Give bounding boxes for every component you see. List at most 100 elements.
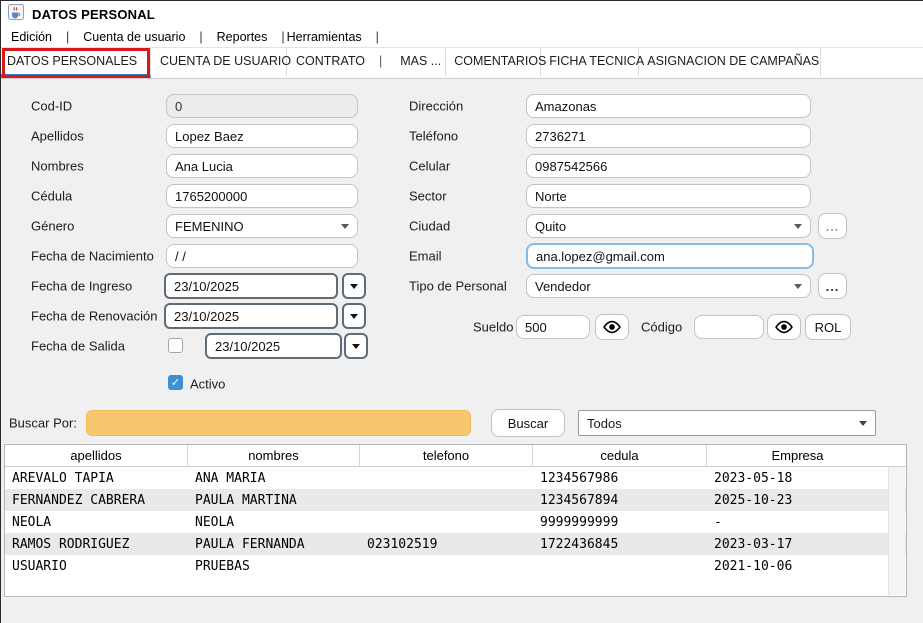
telefono-label: Teléfono: [409, 129, 458, 144]
tab-label: MAS ...: [400, 54, 441, 68]
chevron-down-icon: [794, 284, 802, 289]
tab-label: DATOS PERSONALES: [7, 54, 137, 68]
tab-datos-personales[interactable]: DATOS PERSONALES: [1, 48, 151, 78]
fecha-nacimiento-field[interactable]: / /: [166, 244, 358, 268]
ciudad-more-button[interactable]: ...: [818, 213, 847, 239]
search-input[interactable]: [86, 410, 471, 436]
cell-nombres: PAULA MARTINA: [188, 489, 360, 511]
activo-label: Activo: [190, 377, 225, 392]
cell-empresa: 2025-10-23: [707, 489, 888, 511]
cell-telefono: [360, 555, 533, 577]
results-table: apellidos nombres telefono cedula Empres…: [4, 444, 907, 597]
rol-button-label: ROL: [815, 320, 842, 335]
fecha-salida-dropdown-button[interactable]: [344, 333, 368, 359]
tipo-personal-more-button[interactable]: ...: [818, 273, 847, 299]
cell-nombres: ANA MARIA: [188, 467, 360, 489]
sector-field[interactable]: Norte: [526, 184, 811, 208]
tab-asignacion-de-campanas[interactable]: ASIGNACION DE CAMPAÑAS: [639, 48, 821, 78]
tab-label: CONTRATO: [296, 54, 365, 68]
menu-separator: |: [368, 30, 387, 44]
sueldo-field[interactable]: 500: [516, 315, 590, 339]
check-icon: ✓: [171, 376, 180, 389]
fecha-salida-checkbox[interactable]: [168, 338, 183, 353]
direccion-field[interactable]: Amazonas: [526, 94, 811, 118]
fecha-ingreso-dropdown-button[interactable]: [342, 273, 366, 299]
sueldo-label: Sueldo: [473, 320, 513, 335]
tab-comentarios[interactable]: COMENTARIOS: [446, 48, 541, 78]
table-row[interactable]: FERNANDEZ CABRERA PAULA MARTINA 12345678…: [5, 489, 906, 511]
telefono-field[interactable]: 2736271: [526, 124, 811, 148]
cell-telefono: [360, 489, 533, 511]
table-row[interactable]: RAMOS RODRIGUEZ PAULA FERNANDA 023102519…: [5, 533, 906, 555]
cell-empresa: 2023-05-18: [707, 467, 888, 489]
fecha-renovacion-dropdown-button[interactable]: [342, 303, 366, 329]
chevron-down-icon: [350, 314, 358, 319]
chevron-down-icon: [859, 421, 867, 426]
cell-cedula: 1234567986: [533, 467, 707, 489]
cell-empresa: 2021-10-06: [707, 555, 888, 577]
tipo-personal-select[interactable]: Vendedor: [526, 274, 811, 298]
cell-cedula: [533, 555, 707, 577]
app-window: DATOS PERSONAL Edición | Cuenta de usuar…: [0, 0, 923, 623]
tab-ficha-tecnica[interactable]: FICHA TECNICA: [541, 48, 639, 78]
sector-value: Norte: [535, 189, 567, 204]
cod-id-value: 0: [175, 99, 182, 114]
fecha-salida-value: 23/10/2025: [215, 339, 280, 354]
cell-nombres: PAULA FERNANDA: [188, 533, 360, 555]
menu-item-herramientas[interactable]: Herramientas: [285, 30, 368, 44]
cell-telefono: [360, 467, 533, 489]
direccion-label: Dirección: [409, 99, 463, 114]
email-field[interactable]: ana.lopez@gmail.com: [526, 243, 814, 269]
table-row[interactable]: AREVALO TAPIA ANA MARIA 1234567986 2023-…: [5, 467, 906, 489]
tab-mas[interactable]: MAS ...: [394, 48, 446, 78]
cell-apellidos: AREVALO TAPIA: [5, 467, 188, 489]
fecha-nacimiento-value: / /: [175, 249, 186, 264]
search-label: Buscar Por:: [9, 416, 77, 431]
sueldo-eye-button[interactable]: [595, 314, 629, 340]
celular-value: 0987542566: [535, 159, 607, 174]
table-row[interactable]: NEOLA NEOLA 9999999999 -: [5, 511, 906, 533]
apellidos-field[interactable]: Lopez Baez: [166, 124, 358, 148]
tipo-personal-value: Vendedor: [535, 279, 591, 294]
window-title: DATOS PERSONAL: [32, 7, 155, 22]
buscar-button[interactable]: Buscar: [491, 409, 565, 437]
codigo-field[interactable]: [694, 315, 764, 339]
chevron-down-icon: [352, 344, 360, 349]
activo-checkbox[interactable]: ✓: [168, 375, 183, 390]
ellipsis-icon: ...: [826, 219, 840, 234]
ciudad-select[interactable]: Quito: [526, 214, 811, 238]
cell-telefono: 023102519: [360, 533, 533, 555]
column-header-empresa: Empresa: [707, 445, 888, 466]
menu-item-cuenta-de-usuario[interactable]: Cuenta de usuario: [77, 30, 191, 44]
form-left-column: Cod-ID 0 Apellidos Lopez Baez Nombres An…: [31, 93, 371, 403]
codigo-eye-button[interactable]: [767, 314, 801, 340]
menu-separator: |: [273, 30, 284, 44]
fecha-salida-field[interactable]: 23/10/2025: [205, 333, 342, 359]
tab-contrato[interactable]: CONTRATO: [287, 48, 367, 78]
rol-button[interactable]: ROL: [805, 314, 851, 340]
telefono-value: 2736271: [535, 129, 586, 144]
table-vertical-scrollbar[interactable]: [888, 467, 905, 595]
tab-label: CUENTA DE USUARIO: [160, 54, 291, 68]
nombres-field[interactable]: Ana Lucia: [166, 154, 358, 178]
cell-apellidos: RAMOS RODRIGUEZ: [5, 533, 188, 555]
cell-cedula: 1234567894: [533, 489, 707, 511]
form-right-column: Dirección Amazonas Teléfono 2736271 Celu…: [409, 93, 869, 353]
direccion-value: Amazonas: [535, 99, 596, 114]
menu-item-reportes[interactable]: Reportes: [211, 30, 274, 44]
tipo-personal-label: Tipo de Personal: [409, 279, 507, 294]
genero-value: FEMENINO: [175, 219, 244, 234]
chevron-down-icon: [341, 224, 349, 229]
cedula-label: Cédula: [31, 189, 72, 204]
menu-item-edicion[interactable]: Edición: [5, 30, 58, 44]
table-row[interactable]: USUARIO PRUEBAS 2021-10-06: [5, 555, 906, 577]
filter-select[interactable]: Todos: [578, 410, 876, 436]
celular-field[interactable]: 0987542566: [526, 154, 811, 178]
tab-cuenta-de-usuario[interactable]: CUENTA DE USUARIO: [151, 48, 287, 78]
fecha-renovacion-field[interactable]: 23/10/2025: [164, 303, 338, 329]
cedula-field[interactable]: 1765200000: [166, 184, 358, 208]
fecha-ingreso-field[interactable]: 23/10/2025: [164, 273, 338, 299]
genero-select[interactable]: FEMENINO: [166, 214, 358, 238]
cell-cedula: 9999999999: [533, 511, 707, 533]
fecha-ingreso-label: Fecha de Ingreso: [31, 279, 132, 294]
